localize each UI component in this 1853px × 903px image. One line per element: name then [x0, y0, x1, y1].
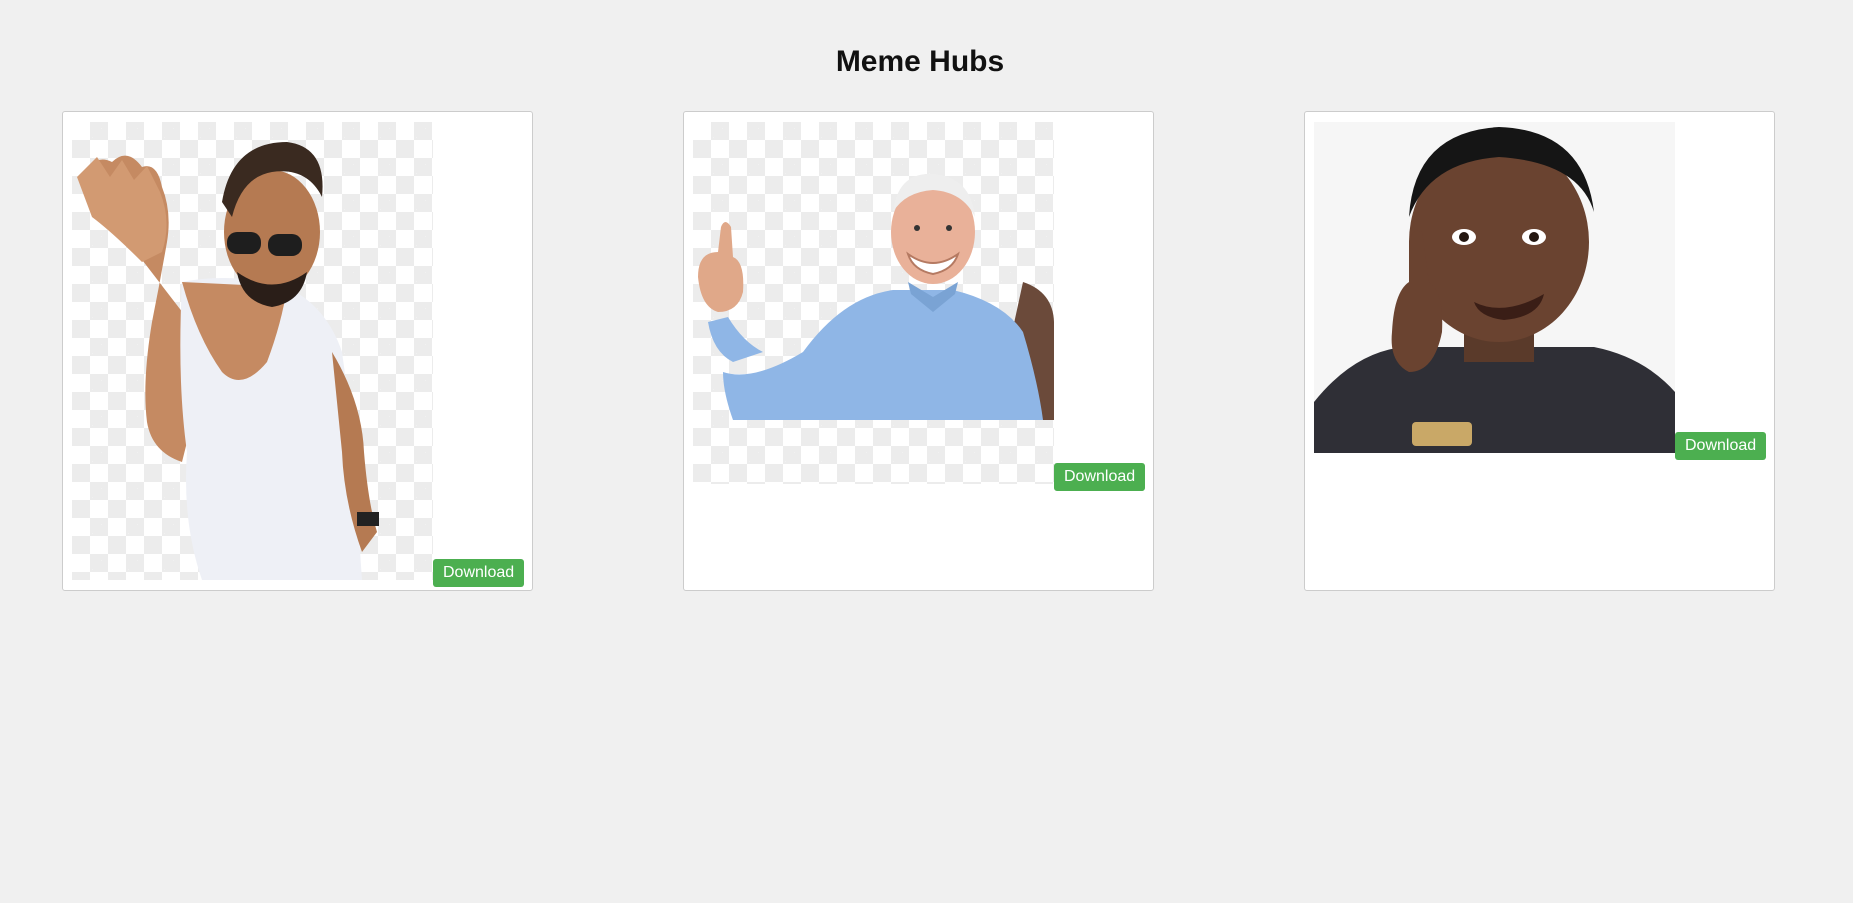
roll-safe-meme-image	[1314, 122, 1675, 453]
meme-card: Download	[62, 111, 533, 591]
page-title: Meme Hubs	[835, 45, 1005, 78]
download-button[interactable]: Download	[1054, 463, 1146, 491]
hide-the-pain-harold-meme-image	[693, 122, 1054, 484]
meme-card: Download	[683, 111, 1154, 591]
meme-card: Download	[1304, 111, 1775, 591]
salt-bae-meme-image	[72, 122, 433, 580]
download-button[interactable]: Download	[1675, 432, 1767, 460]
meme-gallery: Meme Hubs Download Download Download	[0, 0, 1853, 903]
download-button[interactable]: Download	[433, 559, 525, 587]
